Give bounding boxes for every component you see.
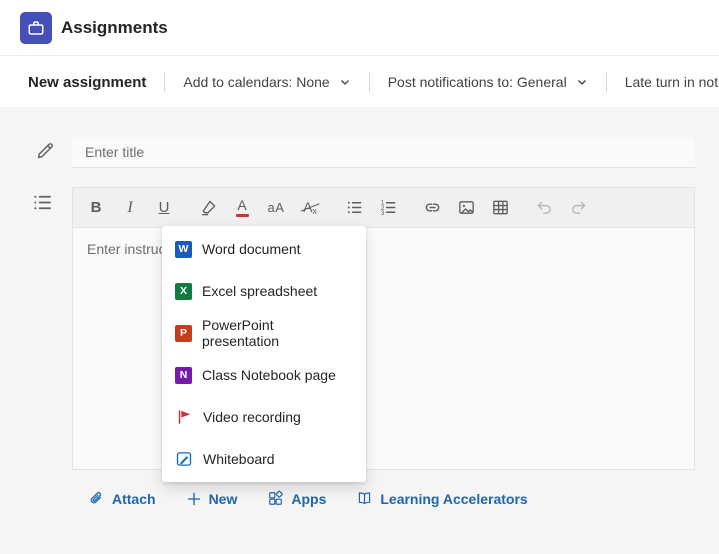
italic-button[interactable]: I — [113, 188, 147, 228]
chevron-down-icon — [340, 80, 349, 85]
bold-button[interactable]: B — [79, 188, 113, 228]
redo-icon — [571, 201, 585, 214]
highlighter-button[interactable] — [191, 188, 225, 228]
app-header: Assignments — [0, 0, 719, 56]
add-to-calendars-label: Add to calendars: None — [183, 74, 330, 90]
divider — [164, 72, 166, 92]
font-color-icon: A — [235, 198, 249, 217]
clear-formatting-icon: Ax — [303, 198, 317, 216]
learning-accelerators-button[interactable]: Learning Accelerators — [356, 490, 528, 507]
numbered-list-icon: 1 2 3 — [380, 200, 395, 217]
assignments-app-icon — [20, 11, 52, 44]
learning-accelerators-icon — [359, 492, 371, 505]
bullet-list-button[interactable] — [337, 188, 371, 228]
bullet-list-icon — [347, 201, 361, 214]
undo-icon — [537, 201, 551, 214]
table-icon — [492, 200, 508, 215]
new-button[interactable]: New — [186, 491, 237, 507]
menu-item-whiteboard[interactable]: Whiteboard — [162, 438, 366, 480]
attachment-actions: Attach New Apps Learning Accelerators — [88, 490, 528, 507]
numbered-list-button[interactable]: 1 2 3 — [371, 188, 405, 228]
divider — [605, 72, 607, 92]
insert-table-button[interactable] — [483, 188, 517, 228]
onenote-icon: N — [175, 366, 192, 384]
link-button[interactable] — [415, 188, 449, 228]
briefcase-icon — [28, 20, 44, 35]
powerpoint-icon: P — [175, 324, 192, 342]
menu-item-video-recording[interactable]: Video recording — [162, 396, 366, 438]
menu-item-excel-spreadsheet[interactable]: X Excel spreadsheet — [162, 270, 366, 312]
title-input[interactable] — [72, 137, 695, 168]
command-bar: New assignment Add to calendars: None Po… — [0, 57, 719, 107]
menu-item-label: Video recording — [203, 409, 301, 425]
apps-icon — [269, 490, 284, 505]
post-notifications-dropdown[interactable]: Post notifications to: General — [388, 74, 588, 90]
late-turn-in-label[interactable]: Late turn in notific — [625, 74, 719, 90]
menu-item-word-document[interactable]: W Word document — [162, 228, 366, 270]
menu-item-label: Word document — [202, 241, 301, 257]
svg-text:3: 3 — [380, 210, 384, 217]
new-assignment-heading: New assignment — [28, 73, 147, 91]
menu-item-label: Whiteboard — [203, 451, 275, 467]
apps-button[interactable]: Apps — [267, 490, 326, 507]
attach-button[interactable]: Attach — [88, 490, 156, 507]
video-icon — [175, 408, 193, 426]
excel-icon: X — [175, 282, 192, 300]
plus-icon — [187, 492, 200, 505]
menu-item-label: Class Notebook page — [202, 367, 336, 383]
new-file-menu: W Word document X Excel spreadsheet P Po… — [162, 226, 366, 482]
undo-button[interactable] — [527, 188, 561, 228]
formatting-toolbar: B I U A aA Ax 1 2 3 — [73, 188, 694, 228]
chevron-down-icon — [577, 80, 586, 85]
clear-formatting-button[interactable]: Ax — [293, 188, 327, 228]
divider — [368, 72, 370, 92]
menu-item-label: Excel spreadsheet — [202, 283, 318, 299]
add-to-calendars-dropdown[interactable]: Add to calendars: None — [183, 74, 350, 90]
image-icon — [458, 201, 474, 214]
menu-item-powerpoint-presentation[interactable]: P PowerPoint presentation — [162, 312, 366, 354]
highlighter-icon — [201, 200, 215, 216]
font-size-button[interactable]: aA — [259, 188, 293, 228]
page-title: Assignments — [61, 17, 168, 37]
underline-button[interactable]: U — [147, 188, 181, 228]
redo-button[interactable] — [561, 188, 595, 228]
insert-image-button[interactable] — [449, 188, 483, 228]
menu-item-label: PowerPoint presentation — [202, 317, 280, 349]
menu-item-class-notebook-page[interactable]: N Class Notebook page — [162, 354, 366, 396]
assignments-app: Assignments New assignment Add to calend… — [0, 0, 719, 554]
font-color-button[interactable]: A — [225, 188, 259, 228]
word-icon: W — [175, 240, 192, 258]
whiteboard-icon — [175, 450, 193, 468]
paperclip-icon — [90, 492, 102, 504]
link-icon — [425, 203, 439, 212]
pencil-icon — [35, 140, 56, 166]
instructions-list-icon — [31, 191, 54, 219]
post-notifications-label: Post notifications to: General — [387, 74, 567, 90]
